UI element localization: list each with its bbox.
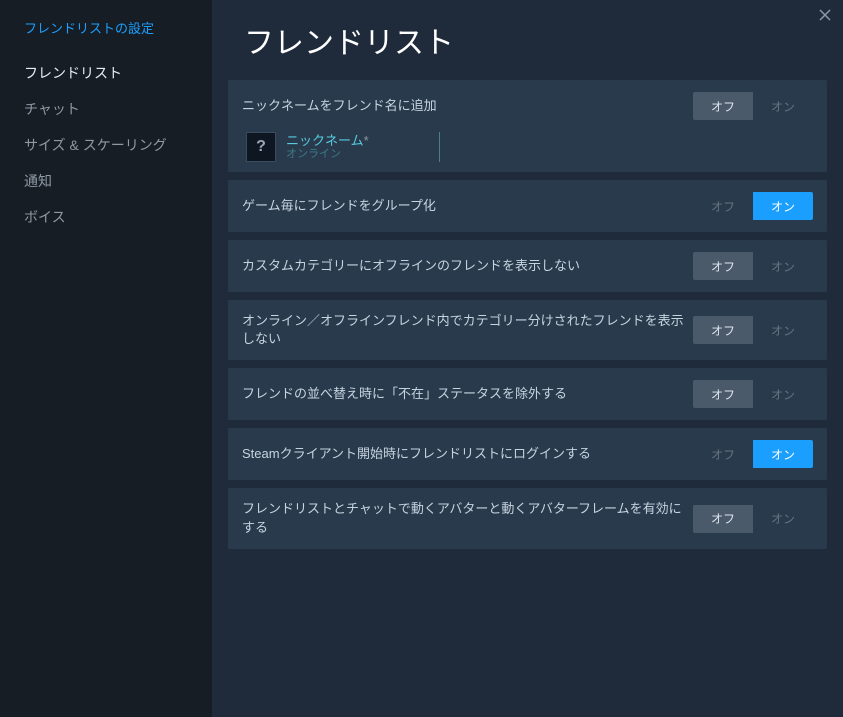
settings-list: ニックネームをフレンド名に追加オフオン?ニックネーム*オンラインゲーム毎にフレン…: [212, 80, 843, 549]
setting-label: フレンドリストとチャットで動くアバターと動くアバターフレームを有効にする: [242, 500, 693, 536]
nickname-preview: ? ニックネーム*オンライン: [242, 130, 813, 162]
preview-name: ニックネーム*: [286, 133, 369, 149]
setting-label: フレンドの並べ替え時に「不在」ステータスを除外する: [242, 385, 693, 403]
preview-status: オンライン: [286, 148, 369, 161]
toggle-on-button[interactable]: オン: [753, 252, 813, 280]
page-title: フレンドリスト: [212, 0, 843, 80]
toggle: オフオン: [693, 92, 813, 120]
toggle-on-button[interactable]: オン: [753, 192, 813, 220]
setting-row-0: ニックネームをフレンド名に追加オフオン? ニックネーム*オンライン: [228, 80, 827, 172]
sidebar-item-3[interactable]: 通知: [0, 163, 212, 199]
toggle-off-button[interactable]: オフ: [693, 505, 753, 533]
asterisk: *: [364, 133, 369, 148]
toggle-off-button[interactable]: オフ: [693, 316, 753, 344]
sidebar-item-4[interactable]: ボイス: [0, 199, 212, 235]
toggle-on-button[interactable]: オン: [753, 440, 813, 468]
toggle-off-button[interactable]: オフ: [693, 192, 753, 220]
setting-row-1: ゲーム毎にフレンドをグループ化オフオン: [228, 180, 827, 232]
toggle-off-button[interactable]: オフ: [693, 92, 753, 120]
setting-row-4: フレンドの並べ替え時に「不在」ステータスを除外するオフオン: [228, 368, 827, 420]
main-panel: フレンドリスト ニックネームをフレンド名に追加オフオン?ニックネーム*オンライン…: [212, 0, 843, 717]
sidebar-item-1[interactable]: チャット: [0, 91, 212, 127]
toggle-on-button[interactable]: オン: [753, 505, 813, 533]
setting-row-6: フレンドリストとチャットで動くアバターと動くアバターフレームを有効にするオフオン: [228, 488, 827, 548]
toggle: オフオン: [693, 192, 813, 220]
setting-row-2: カスタムカテゴリーにオフラインのフレンドを表示しないオフオン: [228, 240, 827, 292]
sidebar-item-2[interactable]: サイズ & スケーリング: [0, 127, 212, 163]
toggle: オフオン: [693, 316, 813, 344]
setting-label: カスタムカテゴリーにオフラインのフレンドを表示しない: [242, 257, 693, 275]
toggle: オフオン: [693, 440, 813, 468]
toggle-off-button[interactable]: オフ: [693, 380, 753, 408]
setting-label: オンライン／オフラインフレンド内でカテゴリー分けされたフレンドを表示しない: [242, 312, 693, 348]
close-icon: [819, 9, 831, 21]
toggle-on-button[interactable]: オン: [753, 380, 813, 408]
setting-row-3: オンライン／オフラインフレンド内でカテゴリー分けされたフレンドを表示しないオフオ…: [228, 300, 827, 360]
avatar: ?: [246, 132, 276, 162]
setting-label: Steamクライアント開始時にフレンドリストにログインする: [242, 445, 693, 463]
toggle-on-button[interactable]: オン: [753, 316, 813, 344]
toggle-off-button[interactable]: オフ: [693, 440, 753, 468]
setting-label: ニックネームをフレンド名に追加: [242, 97, 693, 115]
toggle-on-button[interactable]: オン: [753, 92, 813, 120]
toggle: オフオン: [693, 505, 813, 533]
toggle-off-button[interactable]: オフ: [693, 252, 753, 280]
sidebar: フレンドリストの設定 フレンドリストチャットサイズ & スケーリング通知ボイス: [0, 0, 212, 717]
toggle: オフオン: [693, 252, 813, 280]
sidebar-item-0[interactable]: フレンドリスト: [0, 55, 212, 91]
preview-divider: [439, 132, 440, 162]
sidebar-title: フレンドリストの設定: [0, 18, 212, 55]
toggle: オフオン: [693, 380, 813, 408]
setting-row-5: Steamクライアント開始時にフレンドリストにログインするオフオン: [228, 428, 827, 480]
close-button[interactable]: [819, 8, 831, 26]
setting-label: ゲーム毎にフレンドをグループ化: [242, 197, 693, 215]
